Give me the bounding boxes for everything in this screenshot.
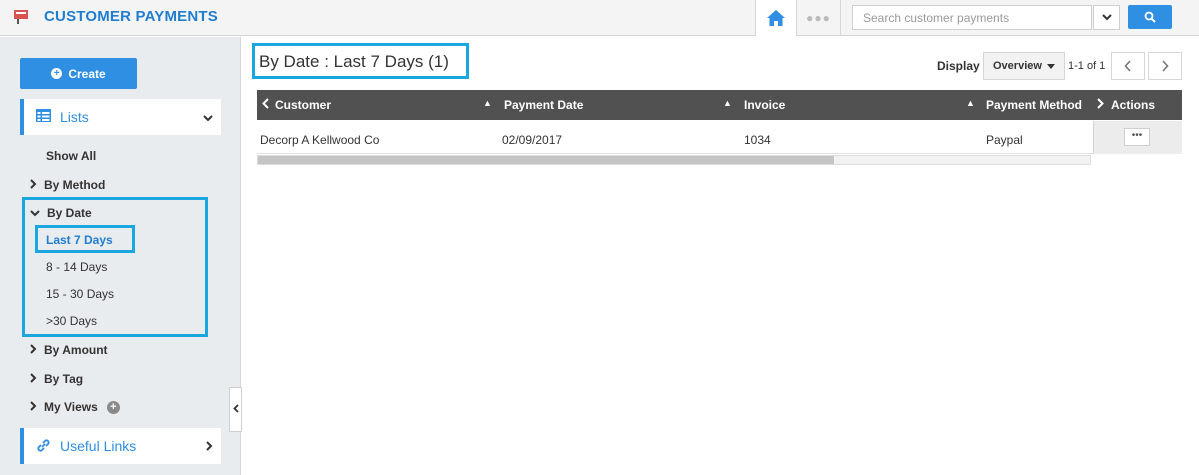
nav-over-30-days[interactable]: >30 Days [46,314,97,328]
col-payment-method[interactable]: Payment Method [986,98,1082,112]
chevron-down-icon [30,206,40,220]
display-select-value: Overview [993,60,1042,72]
lists-panel-header[interactable]: Lists [20,99,221,135]
actions-cell: ••• [1093,121,1182,154]
display-select[interactable]: Overview [983,52,1065,80]
nav-last-7-days[interactable]: Last 7 Days [46,233,113,247]
table-header: Customer ▲ Payment Date ▲ Invoice ▲ Paym… [257,90,1182,120]
chevron-left-icon [1124,60,1131,72]
row-actions-button[interactable]: ••• [1124,128,1150,146]
cell-payment-date: 02/09/2017 [502,133,563,147]
home-button[interactable] [755,0,797,36]
nav-by-method-label: By Method [44,178,106,192]
top-bar: CUSTOMER PAYMENTS ●●● [0,0,1199,36]
col-actions: Actions [1111,98,1156,112]
search-button[interactable] [1128,5,1172,29]
chevron-right-icon [30,343,37,357]
search-filter-dropdown[interactable] [1093,5,1120,30]
sort-asc-icon[interactable]: ▲ [966,98,975,108]
useful-links-label: Useful Links [60,438,137,454]
scroll-columns-right[interactable] [1097,98,1104,112]
sort-asc-icon[interactable]: ▲ [483,98,492,108]
next-page-button[interactable] [1148,52,1182,80]
col-customer[interactable]: Customer [275,98,331,112]
sidebar: + Create Lists Show All By Method By Dat… [0,37,242,475]
search-input[interactable] [852,5,1092,30]
prev-page-button[interactable] [1111,52,1145,80]
caret-down-icon [1046,60,1055,72]
chevron-down-icon [203,111,213,125]
nav-by-method[interactable]: By Method [30,178,105,192]
useful-links-panel-header[interactable]: Useful Links [20,428,221,464]
chevron-right-icon [30,372,37,386]
chevron-down-icon [1101,14,1112,21]
more-dots-icon: ●●● [806,11,831,25]
cell-customer[interactable]: Decorp A Kellwood Co [260,133,379,147]
nav-by-amount[interactable]: By Amount [30,343,108,357]
horizontal-scrollbar[interactable] [257,155,1091,165]
scrollbar-thumb[interactable] [258,156,834,164]
nav-by-tag-label: By Tag [44,372,84,386]
table-row[interactable]: Decorp A Kellwood Co 02/09/2017 1034 Pay… [257,121,1182,154]
add-view-icon[interactable]: + [106,400,120,414]
nav-15-30-days[interactable]: 15 - 30 Days [46,287,114,301]
chevron-right-icon [1162,60,1169,72]
chevron-right-icon [30,178,37,192]
page-title: By Date : Last 7 Days (1) [259,52,449,71]
col-invoice[interactable]: Invoice [744,98,785,112]
chevron-right-icon [30,400,37,414]
chevron-left-icon [232,403,239,416]
nav-by-amount-label: By Amount [44,343,108,357]
home-icon [767,10,785,26]
create-button[interactable]: + Create [20,58,137,89]
nav-by-tag[interactable]: By Tag [30,372,83,386]
nav-show-all[interactable]: Show All [46,149,96,163]
scroll-columns-left[interactable] [262,98,269,112]
chevron-left-icon [262,98,269,109]
nav-my-views[interactable]: My Views + [30,400,120,414]
nav-by-date-label: By Date [47,206,92,220]
cell-payment-method: Paypal [986,133,1023,147]
app-title: CUSTOMER PAYMENTS [44,8,218,25]
list-icon [36,109,51,125]
nav-by-date[interactable]: By Date [30,206,92,220]
more-dots-button[interactable]: ●●● [797,0,841,36]
nav-my-views-label: My Views [44,400,98,414]
sidebar-collapse-button[interactable] [229,387,242,432]
sort-asc-icon[interactable]: ▲ [723,98,732,108]
chevron-right-icon [1097,98,1104,109]
create-button-label: Create [68,66,106,81]
search-icon [1144,11,1156,23]
app-logo-icon [12,8,34,24]
more-dots-icon: ••• [1131,130,1143,141]
display-label: Display [937,59,980,73]
link-icon [36,438,51,456]
plus-circle-icon: + [51,68,63,79]
nav-8-14-days[interactable]: 8 - 14 Days [46,260,107,274]
cell-invoice: 1034 [744,133,771,147]
pager-count: 1-1 of 1 [1068,60,1106,72]
chevron-right-icon [206,440,213,454]
lists-panel-label: Lists [60,109,89,125]
col-payment-date[interactable]: Payment Date [504,98,583,112]
